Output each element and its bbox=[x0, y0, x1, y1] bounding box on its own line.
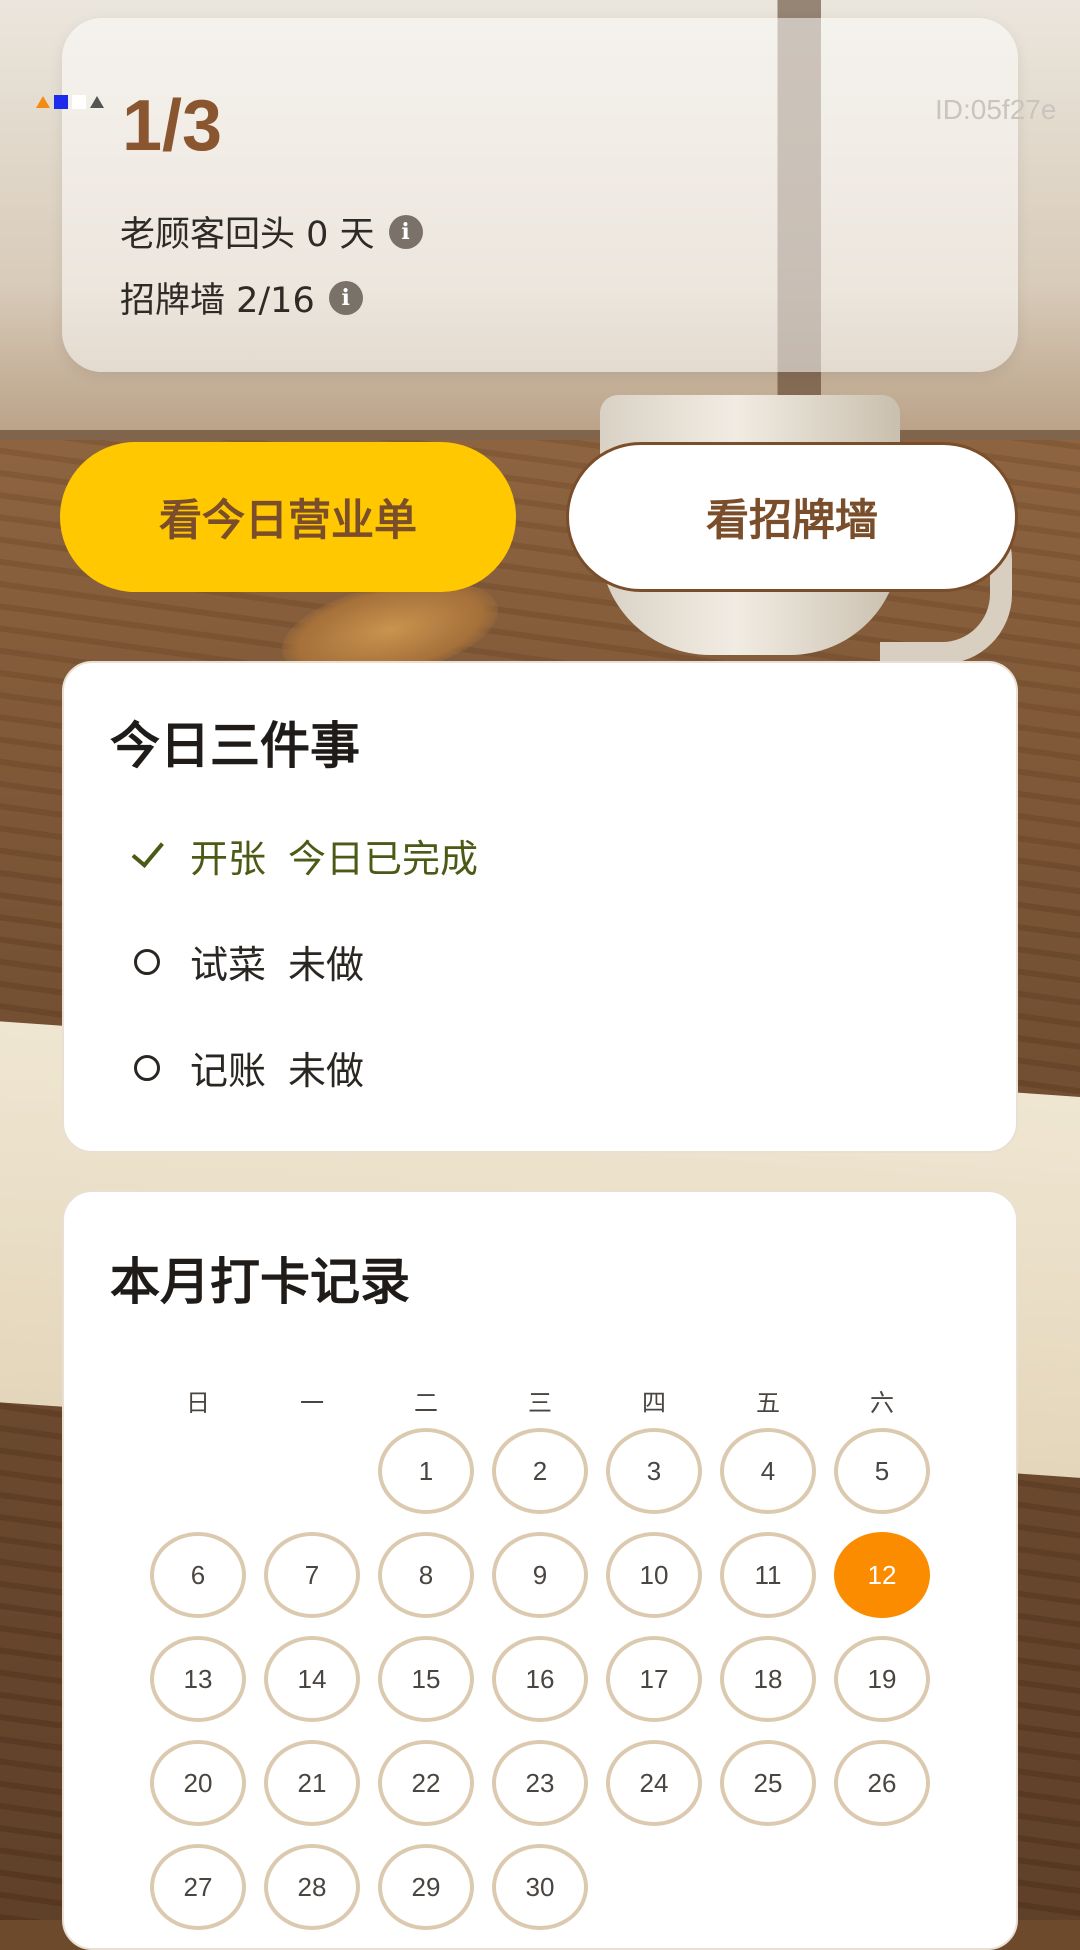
weekday-label: 一 bbox=[300, 1389, 324, 1417]
task-item-taste-dish[interactable]: 试菜 未做 bbox=[130, 934, 364, 989]
task-name: 试菜 bbox=[190, 943, 267, 987]
calendar-day[interactable]: 23 bbox=[492, 1740, 588, 1826]
calendar-day[interactable]: 28 bbox=[264, 1844, 360, 1930]
calendar-day[interactable]: 30 bbox=[492, 1844, 588, 1930]
calendar-day[interactable]: 21 bbox=[264, 1740, 360, 1826]
returning-customers-label: 老顾客回头 0 天 bbox=[120, 215, 375, 255]
calendar-day[interactable]: 6 bbox=[150, 1532, 246, 1618]
circle-icon bbox=[130, 945, 164, 979]
page-counter: 1/3 bbox=[122, 86, 223, 166]
task-status: 未做 bbox=[288, 943, 365, 987]
grey-triangle-icon bbox=[90, 96, 104, 108]
weekday-label: 五 bbox=[756, 1389, 780, 1417]
weekday-label: 四 bbox=[642, 1389, 666, 1417]
calendar-day[interactable]: 5 bbox=[834, 1428, 930, 1514]
status-indicators bbox=[36, 95, 104, 109]
view-today-orders-button[interactable]: 看今日营业单 bbox=[60, 442, 516, 592]
calendar-day[interactable]: 2 bbox=[492, 1428, 588, 1514]
task-name: 记账 bbox=[190, 1049, 267, 1093]
calendar-day[interactable]: 9 bbox=[492, 1532, 588, 1618]
calendar-day[interactable]: 25 bbox=[720, 1740, 816, 1826]
calendar-day[interactable]: 24 bbox=[606, 1740, 702, 1826]
calendar-day[interactable]: 7 bbox=[264, 1532, 360, 1618]
calendar-day[interactable]: 19 bbox=[834, 1636, 930, 1722]
weekday-label: 三 bbox=[528, 1389, 552, 1417]
signboard-wall-stat: 招牌墙 2/16 i bbox=[120, 272, 363, 323]
calendar-day[interactable]: 14 bbox=[264, 1636, 360, 1722]
task-item-open-shop[interactable]: 开张 今日已完成 bbox=[130, 828, 478, 883]
record-id: ID:05f27e bbox=[935, 94, 1057, 125]
today-tasks-title: 今日三件事 bbox=[110, 717, 360, 775]
calendar-day-today[interactable]: 12 bbox=[834, 1532, 930, 1618]
weekday-label: 六 bbox=[870, 1389, 894, 1417]
task-item-bookkeeping[interactable]: 记账 未做 bbox=[130, 1040, 364, 1095]
task-name: 开张 bbox=[190, 837, 267, 881]
calendar-day[interactable]: 20 bbox=[150, 1740, 246, 1826]
calendar-day[interactable]: 29 bbox=[378, 1844, 474, 1930]
task-status: 未做 bbox=[288, 1049, 365, 1093]
weekday-label: 二 bbox=[414, 1389, 438, 1417]
check-icon bbox=[130, 833, 164, 873]
calendar-day[interactable]: 16 bbox=[492, 1636, 588, 1722]
calendar-day[interactable]: 3 bbox=[606, 1428, 702, 1514]
blue-square-icon bbox=[54, 95, 68, 109]
calendar-day[interactable]: 15 bbox=[378, 1636, 474, 1722]
info-icon[interactable]: i bbox=[328, 280, 363, 315]
weekday-label: 日 bbox=[186, 1389, 210, 1417]
info-icon[interactable]: i bbox=[388, 214, 423, 249]
returning-customers-stat: 老顾客回头 0 天 i bbox=[120, 206, 423, 257]
view-signboard-wall-button[interactable]: 看招牌墙 bbox=[566, 442, 1018, 592]
calendar-day[interactable]: 10 bbox=[606, 1532, 702, 1618]
calendar-day[interactable]: 4 bbox=[720, 1428, 816, 1514]
circle-icon bbox=[130, 1051, 164, 1085]
calendar-day[interactable]: 13 bbox=[150, 1636, 246, 1722]
task-status: 今日已完成 bbox=[288, 837, 479, 881]
orange-triangle-icon bbox=[36, 96, 50, 108]
calendar-day[interactable]: 26 bbox=[834, 1740, 930, 1826]
white-square-icon bbox=[72, 95, 86, 109]
calendar-day[interactable]: 17 bbox=[606, 1636, 702, 1722]
calendar-day[interactable]: 1 bbox=[378, 1428, 474, 1514]
calendar-day[interactable]: 8 bbox=[378, 1532, 474, 1618]
monthly-checkin-title: 本月打卡记录 bbox=[110, 1253, 410, 1311]
calendar-day[interactable]: 27 bbox=[150, 1844, 246, 1930]
signboard-wall-label: 招牌墙 2/16 bbox=[120, 281, 315, 321]
calendar-day[interactable]: 22 bbox=[378, 1740, 474, 1826]
calendar-day[interactable]: 18 bbox=[720, 1636, 816, 1722]
calendar-day[interactable]: 11 bbox=[720, 1532, 816, 1618]
